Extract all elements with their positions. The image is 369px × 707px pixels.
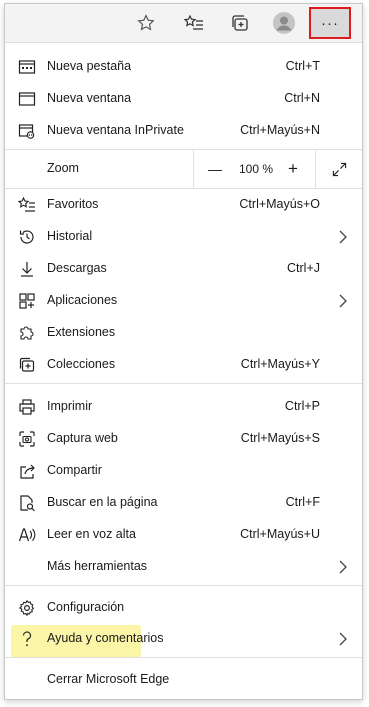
new-window-icon — [18, 90, 36, 108]
menu-item-label: Ayuda y comentarios — [47, 631, 164, 645]
menu-item-settings[interactable]: Configuración — [5, 592, 362, 624]
zoom-value: 100 % — [238, 162, 274, 176]
menu-item-new-tab[interactable]: Nueva pestaña Ctrl+T — [5, 51, 362, 83]
menu-item-shortcut: Ctrl+J — [287, 261, 320, 275]
menu-item-label: Cerrar Microsoft Edge — [47, 672, 170, 686]
menu-item-print[interactable]: Imprimir Ctrl+P — [5, 391, 362, 423]
menu-item-apps[interactable]: Aplicaciones — [5, 285, 362, 317]
menu-item-collections[interactable]: Colecciones Ctrl+Mayús+Y — [5, 349, 362, 381]
menu-item-shortcut: Ctrl+Mayús+O — [239, 197, 320, 211]
menu-item-label: Leer en voz alta — [47, 527, 136, 541]
menu-item-read-aloud[interactable]: Leer en voz alta Ctrl+Mayús+U — [5, 519, 362, 551]
menu-item-label: Extensiones — [47, 325, 116, 339]
menu-item-share[interactable]: Compartir — [5, 455, 362, 487]
menu-item-close-edge[interactable]: Cerrar Microsoft Edge — [5, 664, 362, 696]
menu-item-new-window[interactable]: Nueva ventana Ctrl+N — [5, 83, 362, 115]
zoom-divider — [193, 150, 194, 188]
zoom-out-button[interactable]: — — [203, 150, 227, 188]
history-icon — [18, 228, 36, 246]
menu-item-shortcut: Ctrl+F — [285, 495, 320, 509]
menu-item-label: Imprimir — [47, 399, 93, 413]
more-options-icon: ··· — [321, 14, 339, 32]
menu-item-help-feedback[interactable]: Ayuda y comentarios — [5, 623, 362, 655]
menu-divider — [5, 585, 362, 586]
web-capture-icon — [18, 430, 36, 448]
extensions-icon — [18, 324, 36, 342]
menu-item-downloads[interactable]: Descargas Ctrl+J — [5, 253, 362, 285]
menu-item-shortcut: Ctrl+P — [284, 399, 320, 413]
find-on-page-icon — [18, 494, 36, 512]
help-icon — [18, 630, 36, 648]
menu-item-favorites[interactable]: Favoritos Ctrl+Mayús+O — [5, 189, 362, 221]
chevron-right-icon — [339, 560, 347, 574]
menu-item-zoom: Zoom — 100 % + — [5, 150, 362, 188]
menu-item-find-on-page[interactable]: Buscar en la página Ctrl+F — [5, 487, 362, 519]
menu-item-label: Más herramientas — [47, 559, 148, 573]
menu-item-shortcut: Ctrl+Mayús+S — [240, 431, 320, 445]
more-options-button[interactable]: ··· — [309, 7, 351, 39]
chevron-right-icon — [339, 230, 347, 244]
collections-icon[interactable] — [225, 10, 255, 36]
chevron-right-icon — [339, 294, 347, 308]
gear-icon — [18, 599, 36, 617]
menu-item-label: Nueva ventana — [47, 91, 132, 105]
menu-item-shortcut: Ctrl+Mayús+N — [240, 123, 320, 137]
browser-toolbar: ··· — [5, 4, 362, 43]
menu-item-label: Descargas — [47, 261, 107, 275]
menu-item-label: Nueva ventana InPrivate — [47, 123, 184, 137]
profile-avatar[interactable] — [269, 10, 299, 36]
menu-item-label: Configuración — [47, 600, 125, 614]
share-icon — [18, 462, 36, 480]
menu-item-extensions[interactable]: Extensiones — [5, 317, 362, 349]
read-aloud-icon — [18, 526, 36, 544]
zoom-in-button[interactable]: + — [281, 150, 305, 188]
menu-item-label: Nueva pestaña — [47, 59, 132, 73]
menu-divider — [5, 657, 362, 658]
fullscreen-icon — [332, 162, 346, 176]
menu-item-shortcut: Ctrl+T — [285, 59, 320, 73]
menu-item-label: Aplicaciones — [47, 293, 118, 307]
menu-item-label: Compartir — [47, 463, 102, 477]
zoom-label: Zoom — [47, 161, 79, 175]
star-outline-icon[interactable] — [131, 10, 161, 36]
menu-item-label: Colecciones — [47, 357, 116, 371]
menu-divider — [5, 383, 362, 384]
menu-item-label: Historial — [47, 229, 93, 243]
download-icon — [18, 260, 36, 278]
collections-icon — [18, 356, 36, 374]
apps-icon — [18, 292, 36, 310]
menu-item-label: Captura web — [47, 431, 118, 445]
menu-item-web-capture[interactable]: Captura web Ctrl+Mayús+S — [5, 423, 362, 455]
menu-item-shortcut: Ctrl+Mayús+Y — [240, 357, 320, 371]
fullscreen-button[interactable] — [316, 150, 362, 188]
chevron-right-icon — [339, 632, 347, 646]
menu-item-label: Favoritos — [47, 197, 99, 211]
menu-item-label: Buscar en la página — [47, 495, 158, 509]
browser-menu-window: ··· Nueva pestaña Ctrl+T Nueva ventana C… — [4, 3, 363, 700]
menu-item-history[interactable]: Historial — [5, 221, 362, 253]
inprivate-window-icon — [18, 122, 36, 140]
favorites-list-icon[interactable] — [179, 10, 209, 36]
menu-item-shortcut: Ctrl+Mayús+U — [240, 527, 320, 541]
new-tab-icon — [18, 58, 36, 76]
menu-item-more-tools[interactable]: Más herramientas — [5, 551, 362, 583]
menu-item-shortcut: Ctrl+N — [284, 91, 320, 105]
printer-icon — [18, 398, 36, 416]
menu-item-new-inprivate-window[interactable]: Nueva ventana InPrivate Ctrl+Mayús+N — [5, 115, 362, 147]
favorites-icon — [17, 196, 36, 214]
